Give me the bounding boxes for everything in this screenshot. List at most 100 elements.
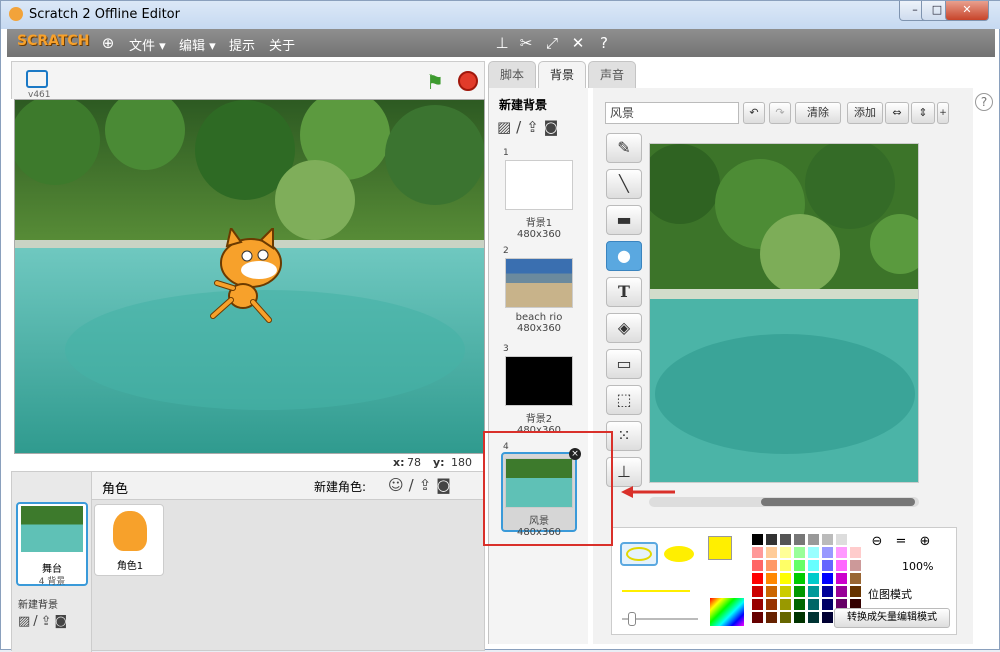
stage-canvas[interactable] bbox=[14, 99, 485, 454]
text-tool[interactable]: T bbox=[606, 277, 642, 307]
brush-tool[interactable]: ✎ bbox=[606, 133, 642, 163]
palette-swatch[interactable] bbox=[794, 599, 805, 610]
duplicate-stamp-icon[interactable]: ⊥ bbox=[493, 34, 511, 52]
palette-swatch[interactable] bbox=[780, 586, 791, 597]
primary-color-swatch[interactable] bbox=[708, 536, 732, 560]
palette-swatch[interactable] bbox=[836, 560, 847, 571]
stage-new-backdrop-icons[interactable]: ▨/⇪◙ bbox=[18, 614, 70, 629]
close-window-button[interactable]: ✕ bbox=[945, 1, 989, 21]
palette-swatch[interactable] bbox=[766, 586, 777, 597]
menu-edit[interactable]: 编辑 ▾ bbox=[179, 35, 216, 54]
palette-swatch[interactable] bbox=[836, 547, 847, 558]
palette-swatch[interactable] bbox=[822, 599, 833, 610]
undo-button[interactable]: ↶ bbox=[743, 102, 765, 124]
zoom-out-icon[interactable]: ⊖ bbox=[866, 534, 888, 554]
palette-swatch[interactable] bbox=[752, 560, 763, 571]
palette-swatch[interactable] bbox=[752, 599, 763, 610]
palette-swatch[interactable] bbox=[822, 547, 833, 558]
palette-swatch[interactable] bbox=[822, 573, 833, 584]
palette-swatch[interactable] bbox=[808, 586, 819, 597]
palette-swatch[interactable] bbox=[836, 573, 847, 584]
palette-swatch[interactable] bbox=[780, 612, 791, 623]
backdrop-item-2[interactable]: 2 beach rio 480x360 bbox=[503, 246, 575, 334]
select-tool[interactable]: ⬚ bbox=[606, 385, 642, 415]
new-backdrop-icons[interactable]: ▨/⇪◙ bbox=[497, 118, 563, 136]
palette-swatch[interactable] bbox=[850, 573, 861, 584]
palette-swatch[interactable] bbox=[822, 560, 833, 571]
shrink-icon[interactable]: ✕ bbox=[569, 34, 587, 52]
ellipse-tool[interactable]: ● bbox=[606, 241, 642, 271]
line-tool[interactable]: ╲ bbox=[606, 169, 642, 199]
palette-swatch[interactable] bbox=[780, 573, 791, 584]
palette-swatch[interactable] bbox=[822, 586, 833, 597]
palette-swatch[interactable] bbox=[808, 573, 819, 584]
delete-icon[interactable]: ✂ bbox=[517, 34, 535, 52]
redo-button[interactable]: ↷ bbox=[769, 102, 791, 124]
palette-swatch[interactable] bbox=[808, 534, 819, 545]
menu-file[interactable]: 文件 ▾ bbox=[129, 35, 166, 54]
globe-icon[interactable]: ⊕ bbox=[99, 34, 117, 52]
backdrop-name-input[interactable]: 风景 bbox=[605, 102, 739, 124]
cat-sprite[interactable] bbox=[203, 228, 293, 328]
filled-ellipse-option[interactable] bbox=[662, 542, 698, 566]
tab-scripts[interactable]: 脚本 bbox=[488, 61, 536, 88]
palette-swatch[interactable] bbox=[808, 599, 819, 610]
palette-swatch[interactable] bbox=[808, 612, 819, 623]
palette-swatch[interactable] bbox=[836, 534, 847, 545]
clear-button[interactable]: 清除 bbox=[795, 102, 841, 124]
palette-swatch[interactable] bbox=[752, 547, 763, 558]
zoom-reset-icon[interactable]: = bbox=[890, 534, 912, 554]
palette-swatch[interactable] bbox=[752, 534, 763, 545]
stop-button[interactable] bbox=[458, 71, 478, 91]
rectangle-tool[interactable]: ▬ bbox=[606, 205, 642, 235]
editor-help-icon[interactable]: ? bbox=[975, 93, 993, 111]
palette-swatch[interactable] bbox=[752, 586, 763, 597]
sprite-thumbnail[interactable]: 角色1 bbox=[94, 504, 164, 576]
grow-icon[interactable]: ⤢ bbox=[543, 34, 561, 52]
color-picker-spectrum[interactable] bbox=[710, 598, 744, 626]
palette-swatch[interactable] bbox=[780, 534, 791, 545]
canvas-scrollbar[interactable] bbox=[649, 497, 919, 507]
palette-swatch[interactable] bbox=[780, 547, 791, 558]
palette-swatch[interactable] bbox=[836, 586, 847, 597]
menu-about[interactable]: 关于 bbox=[269, 35, 295, 54]
palette-swatch[interactable] bbox=[766, 547, 777, 558]
add-button[interactable]: 添加 bbox=[847, 102, 883, 124]
palette-swatch[interactable] bbox=[850, 560, 861, 571]
set-center-button[interactable]: + bbox=[937, 102, 949, 124]
palette-swatch[interactable] bbox=[794, 573, 805, 584]
palette-swatch[interactable] bbox=[794, 547, 805, 558]
help-icon[interactable]: ? bbox=[595, 34, 613, 52]
palette-swatch[interactable] bbox=[850, 586, 861, 597]
palette-swatch[interactable] bbox=[794, 612, 805, 623]
palette-swatch[interactable] bbox=[822, 534, 833, 545]
palette-swatch[interactable] bbox=[766, 534, 777, 545]
paint-canvas[interactable] bbox=[649, 143, 919, 483]
palette-swatch[interactable] bbox=[780, 560, 791, 571]
palette-swatch[interactable] bbox=[808, 547, 819, 558]
palette-swatch[interactable] bbox=[850, 547, 861, 558]
eraser-tool[interactable]: ▭ bbox=[606, 349, 642, 379]
palette-swatch[interactable] bbox=[752, 612, 763, 623]
palette-swatch[interactable] bbox=[766, 612, 777, 623]
palette-swatch[interactable] bbox=[752, 573, 763, 584]
menu-tips[interactable]: 提示 bbox=[229, 35, 255, 54]
palette-swatch[interactable] bbox=[766, 560, 777, 571]
backdrop-item-1[interactable]: 1 背景1 480x360 bbox=[503, 148, 575, 240]
scrollbar-thumb[interactable] bbox=[761, 498, 915, 506]
convert-to-vector-button[interactable]: 转换成矢量编辑模式 bbox=[834, 608, 950, 628]
new-sprite-icons[interactable]: ☺/⇪◙ bbox=[388, 476, 456, 494]
green-flag-icon[interactable]: ⚑ bbox=[426, 70, 444, 94]
stage-thumbnail[interactable]: 舞台 4 背景 bbox=[16, 502, 88, 587]
backdrop-item-3[interactable]: 3 背景2 480x360 bbox=[503, 344, 575, 436]
palette-swatch[interactable] bbox=[794, 560, 805, 571]
flip-horizontal-button[interactable]: ⇔ bbox=[885, 102, 909, 124]
palette-swatch[interactable] bbox=[808, 560, 819, 571]
zoom-in-icon[interactable]: ⊕ bbox=[914, 534, 936, 554]
palette-swatch[interactable] bbox=[766, 599, 777, 610]
palette-swatch[interactable] bbox=[822, 612, 833, 623]
fullscreen-icon[interactable] bbox=[26, 70, 48, 88]
line-width-slider[interactable] bbox=[622, 612, 698, 626]
outline-ellipse-option[interactable] bbox=[620, 542, 658, 566]
fill-tool[interactable]: ◈ bbox=[606, 313, 642, 343]
